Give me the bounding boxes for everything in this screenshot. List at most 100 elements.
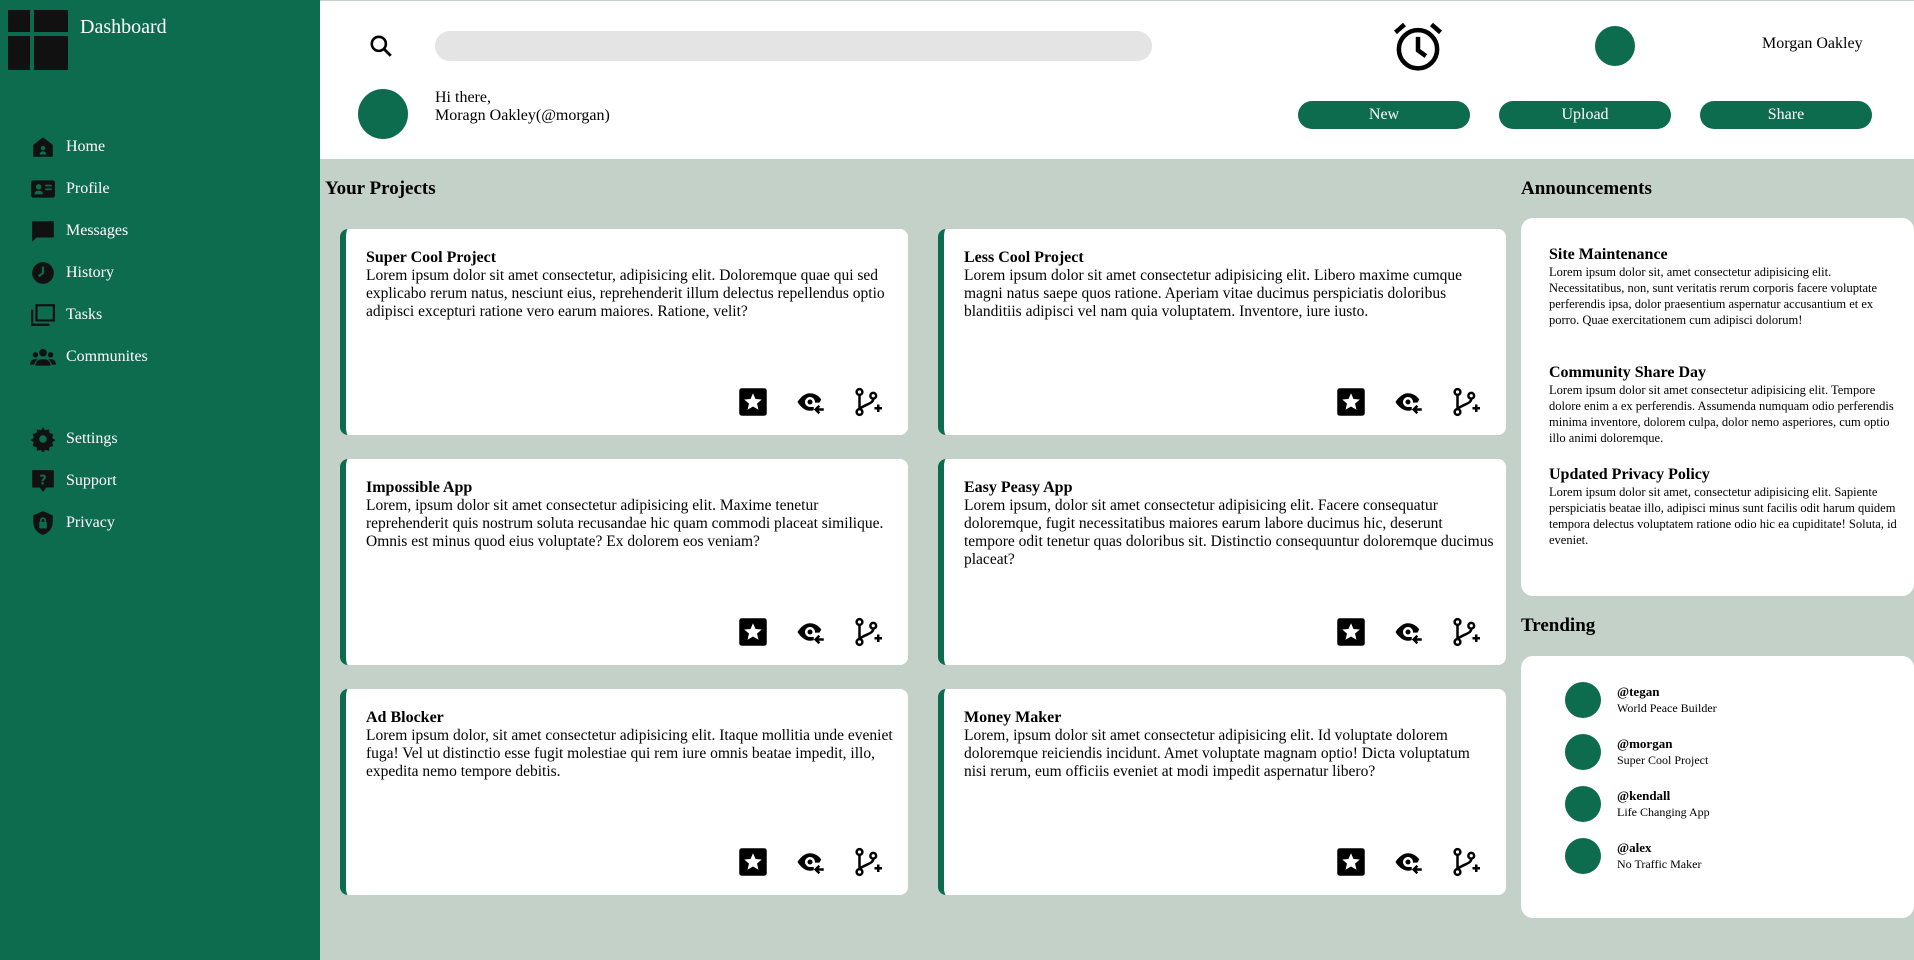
announcements-title: Announcements — [1521, 178, 1652, 199]
brand-title: Dashboard — [80, 16, 167, 38]
header: Morgan Oakley Hi there, Moragn Oakley(@m… — [320, 0, 1914, 159]
announcement-item: Site Maintenance Lorem ipsum dolor sit, … — [1549, 246, 1899, 328]
sidebar-item-profile[interactable]: Profile — [30, 168, 310, 210]
star-icon[interactable] — [738, 617, 768, 647]
project-actions — [738, 387, 882, 417]
project-description: Lorem, ipsum dolor sit amet consectetur … — [366, 497, 884, 550]
trending-project: World Peace Builder — [1617, 701, 1717, 715]
project-card[interactable]: Ad Blocker Lorem ipsum dolor, sit amet c… — [340, 689, 908, 895]
project-card[interactable]: Less Cool Project Lorem ipsum dolor sit … — [938, 229, 1506, 435]
project-card[interactable]: Money Maker Lorem, ipsum dolor sit amet … — [938, 689, 1506, 895]
watch-icon[interactable] — [795, 847, 825, 877]
project-actions — [738, 617, 882, 647]
fork-icon[interactable] — [1450, 387, 1480, 417]
avatar — [1565, 838, 1601, 874]
watch-icon[interactable] — [1393, 847, 1423, 877]
announcement-title: Community Share Day — [1549, 364, 1707, 381]
fork-icon[interactable] — [852, 387, 882, 417]
trending-item[interactable]: @alex No Traffic Maker — [1565, 838, 1701, 874]
announcement-title: Site Maintenance — [1549, 246, 1668, 263]
star-icon[interactable] — [1336, 847, 1366, 877]
brand[interactable] — [8, 10, 68, 70]
search-icon[interactable] — [368, 33, 394, 59]
search-input[interactable] — [435, 31, 1152, 61]
avatar[interactable] — [1595, 26, 1635, 66]
project-description: Lorem ipsum, dolor sit amet consectetur … — [964, 497, 1494, 568]
avatar — [1565, 786, 1601, 822]
project-title: Super Cool Project — [366, 249, 497, 266]
sidebar-item-label: Communites — [66, 348, 148, 365]
announcements-panel: Site Maintenance Lorem ipsum dolor sit, … — [1521, 218, 1914, 596]
svg-text:?: ? — [39, 473, 47, 488]
fork-icon[interactable] — [852, 847, 882, 877]
fork-icon[interactable] — [1450, 617, 1480, 647]
sidebar-item-tasks[interactable]: Tasks — [30, 294, 310, 336]
project-actions — [1336, 617, 1480, 647]
project-card[interactable]: Impossible App Lorem, ipsum dolor sit am… — [340, 459, 908, 665]
sidebar-item-label: Home — [66, 138, 106, 155]
watch-icon[interactable] — [795, 617, 825, 647]
shield-lock-icon — [33, 511, 53, 535]
sidebar-item-messages[interactable]: Messages — [30, 210, 310, 252]
trending-item[interactable]: @tegan World Peace Builder — [1565, 682, 1717, 718]
project-actions — [1336, 387, 1480, 417]
trending-username: @morgan — [1617, 736, 1673, 751]
project-description: Lorem ipsum dolor, sit amet consectetur … — [366, 727, 893, 780]
share-button[interactable]: Share — [1700, 101, 1872, 129]
star-icon[interactable] — [1336, 387, 1366, 417]
new-button[interactable]: New — [1298, 101, 1470, 129]
profile-card-icon — [31, 180, 55, 198]
project-card[interactable]: Easy Peasy App Lorem ipsum, dolor sit am… — [938, 459, 1506, 665]
announcement-title: Updated Privacy Policy — [1549, 466, 1710, 483]
sidebar-item-label: Tasks — [66, 306, 103, 323]
sidebar-item-home[interactable]: Home — [30, 126, 310, 168]
alarm-clock-icon[interactable] — [1391, 20, 1445, 74]
avatar — [1565, 682, 1601, 718]
sidebar-item-communites[interactable]: Communites — [30, 336, 310, 378]
trending-title: Trending — [1521, 615, 1596, 636]
sidebar-item-label: Messages — [66, 222, 129, 239]
project-description: Lorem, ipsum dolor sit amet consectetur … — [964, 727, 1470, 780]
project-title: Easy Peasy App — [964, 479, 1073, 496]
sidebar: Dashboard Home Profile Messages History … — [0, 0, 320, 960]
trending-project: Super Cool Project — [1617, 753, 1709, 767]
project-title: Money Maker — [964, 709, 1062, 726]
projects-title: Your Projects — [325, 178, 436, 199]
fork-icon[interactable] — [1450, 847, 1480, 877]
upload-button[interactable]: Upload — [1499, 101, 1671, 129]
project-card[interactable]: Super Cool Project Lorem ipsum dolor sit… — [340, 229, 908, 435]
announcement-item: Community Share Day Lorem ipsum dolor si… — [1549, 364, 1899, 446]
star-icon[interactable] — [738, 387, 768, 417]
trending-panel: @tegan World Peace Builder @morgan Super… — [1521, 656, 1914, 918]
sidebar-item-settings[interactable]: Settings — [30, 418, 310, 460]
help-icon: ? — [32, 470, 54, 492]
sidebar-item-history[interactable]: History — [30, 252, 310, 294]
trending-username: @tegan — [1617, 684, 1660, 699]
trending-project: Life Changing App — [1617, 805, 1710, 819]
announcement-body: Lorem ipsum dolor sit amet consectetur a… — [1549, 383, 1894, 445]
project-title: Ad Blocker — [366, 709, 444, 726]
greeting-line: Hi there, — [435, 89, 491, 106]
user-name[interactable]: Morgan Oakley — [1762, 35, 1863, 53]
project-description: Lorem ipsum dolor sit amet consectetur a… — [964, 267, 1463, 320]
watch-icon[interactable] — [1393, 387, 1423, 417]
fork-icon[interactable] — [852, 617, 882, 647]
dashboard-logo-icon — [8, 10, 68, 70]
sidebar-item-label: Settings — [66, 430, 118, 447]
announcement-body: Lorem ipsum dolor sit, amet consectetur … — [1549, 265, 1878, 327]
greeting: Hi there, Moragn Oakley(@morgan) — [435, 89, 610, 125]
trending-project: No Traffic Maker — [1617, 857, 1702, 871]
sidebar-item-support[interactable]: ? Support — [30, 460, 310, 502]
watch-icon[interactable] — [795, 387, 825, 417]
sidebar-item-privacy[interactable]: Privacy — [30, 502, 310, 544]
history-icon — [32, 262, 54, 284]
sidebar-item-label: Privacy — [66, 514, 115, 531]
star-icon[interactable] — [738, 847, 768, 877]
trending-item[interactable]: @kendall Life Changing App — [1565, 786, 1710, 822]
watch-icon[interactable] — [1393, 617, 1423, 647]
star-icon[interactable] — [1336, 617, 1366, 647]
project-actions — [1336, 847, 1480, 877]
trending-item[interactable]: @morgan Super Cool Project — [1565, 734, 1708, 770]
project-description: Lorem ipsum dolor sit amet consectetur, … — [366, 267, 885, 320]
announcement-item: Updated Privacy Policy Lorem ipsum dolor… — [1549, 466, 1899, 548]
